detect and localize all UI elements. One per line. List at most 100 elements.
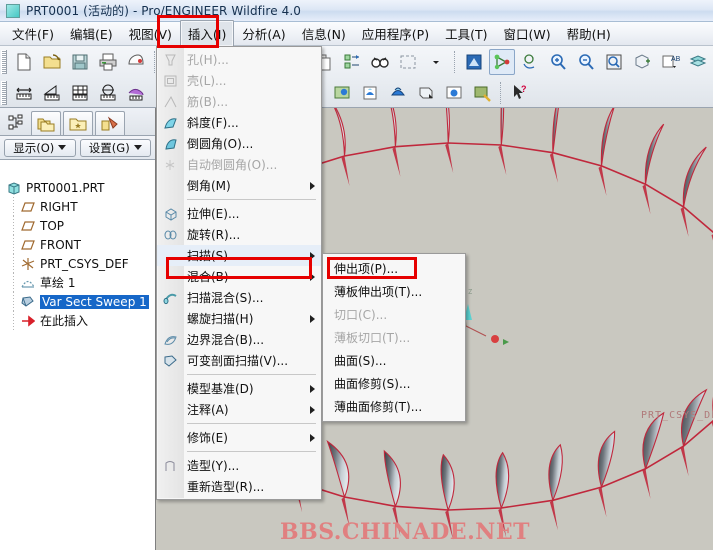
submenu-item-thin-surface-trim[interactable]: 薄曲面修剪(T)... [323,395,465,418]
tree-item-var-sect-sweep[interactable]: Var Sect Sweep 1 [6,292,155,311]
menu-analysis[interactable]: 分析(A) [234,20,293,47]
menu-item-model-datum[interactable]: 模型基准(D) [157,378,321,399]
menu-view[interactable]: 视图(V) [121,20,180,47]
submenu-item-surface[interactable]: 曲面(S)... [323,349,465,372]
tree-item-right[interactable]: RIGHT [6,197,155,216]
menu-item-variable-section-sweep[interactable]: 可变剖面扫描(V)... [157,350,321,371]
measure-area-icon[interactable] [67,80,93,106]
toolbar-grip[interactable] [1,49,7,74]
repaint-icon[interactable] [461,49,487,75]
tree-item-top[interactable]: TOP [6,216,155,235]
find-icon[interactable] [367,49,393,75]
submenu-item-thin-cut[interactable]: 薄板切口(T)... [323,326,465,349]
menu-item-swept-blend[interactable]: 扫描混合(S)... [157,287,321,308]
submenu-item-label: 切口(C)... [334,308,388,322]
menu-item-chamfer[interactable]: 倒角(M) [157,175,321,196]
save-icon[interactable] [67,49,93,75]
menu-item-hole[interactable]: 孔(H)... [157,49,321,70]
csys-label: PRT_CSYS_DEF [641,410,713,421]
menu-item-rib[interactable]: 筋(B)... [157,91,321,112]
chevron-down-icon[interactable] [423,49,449,75]
menu-item-label: 旋转(R)... [187,228,241,242]
swept-blend-icon [161,289,179,306]
submenu-item-protrusion[interactable]: 伸出项(P)... [323,257,465,280]
menu-help[interactable]: 帮助(H) [559,20,619,47]
menu-applications[interactable]: 应用程序(P) [354,20,437,47]
zoom-in-icon[interactable] [545,49,571,75]
measure-distance-icon[interactable] [11,80,37,106]
open-folder-icon[interactable] [39,49,65,75]
menu-item-label: 筋(B)... [187,95,229,109]
menu-item-style[interactable]: 造型(Y)... [157,455,321,476]
submenu-arrow-icon [310,182,315,190]
zoom-out-icon[interactable] [573,49,599,75]
measure-diameter-icon[interactable] [95,80,121,106]
tree-item-csys[interactable]: PRT_CSYS_DEF [6,254,155,273]
settings-dropdown[interactable]: 设置(G) [79,138,151,157]
tree-item-front[interactable]: FRONT [6,235,155,254]
env-icon[interactable] [329,80,355,106]
menu-item-label: 模型基准(D) [187,382,254,396]
menu-item-helical-sweep[interactable]: 螺旋扫描(H) [157,308,321,329]
show-dropdown[interactable]: 显示(O) [4,138,76,157]
menu-item-extrude[interactable]: 拉伸(E)... [157,203,321,224]
menu-item-sweep[interactable]: 扫描(S) [157,245,321,266]
menu-item-auto-round[interactable]: 自动倒圆角(O)... [157,154,321,175]
datum-plane-icon [20,237,36,253]
menu-item-label: 造型(Y)... [187,459,240,473]
refit-icon[interactable] [629,49,655,75]
model-tree-icon[interactable] [3,111,29,135]
submenu-item-label: 伸出项(P)... [334,262,399,276]
render-region-icon[interactable] [441,80,467,106]
submenu-item-label: 薄曲面修剪(T)... [334,400,423,414]
view-saved-icon[interactable] [357,80,383,106]
view-default-icon[interactable] [385,80,411,106]
favorites-folder-icon[interactable] [63,111,93,135]
menu-edit[interactable]: 编辑(E) [62,20,121,47]
new-file-icon[interactable] [11,49,37,75]
tree-item-sketch[interactable]: 草绘 1 [6,273,155,292]
connections-icon[interactable] [95,111,125,135]
tree-item-insert-here[interactable]: 在此插入 [6,311,155,330]
menu-item-boundary-blend[interactable]: 边界混合(B)... [157,329,321,350]
layers-icon[interactable] [685,49,711,75]
zoom-window-icon[interactable] [601,49,627,75]
menu-item-revolve[interactable]: 旋转(R)... [157,224,321,245]
menu-item-annotation[interactable]: 注释(A) [157,399,321,420]
datum-plane-icon [20,199,36,215]
menu-item-label: 可变剖面扫描(V)... [187,354,289,368]
menu-item-draft[interactable]: 斜度(F)... [157,112,321,133]
menu-item-restyle[interactable]: 重新造型(R)... [157,476,321,497]
menu-window[interactable]: 窗口(W) [495,20,558,47]
submenu-item-cut[interactable]: 切口(C)... [323,303,465,326]
relation-icon[interactable] [123,80,149,106]
submenu-item-thin-protrusion[interactable]: 薄板伸出项(T)... [323,280,465,303]
menu-file[interactable]: 文件(F) [4,20,62,47]
auto-round-icon [161,156,179,173]
menu-item-blend[interactable]: 混合(B) [157,266,321,287]
toolbar-grip[interactable] [1,80,7,105]
annotation-icon [161,401,179,418]
menu-tools[interactable]: 工具(T) [437,20,495,47]
menu-item-shell[interactable]: 壳(L)... [157,70,321,91]
datum-display-icon[interactable] [489,48,515,75]
menu-info[interactable]: 信息(N) [294,20,354,47]
folder-browser-icon[interactable] [31,111,61,135]
measure-angle-icon[interactable] [39,80,65,106]
menu-insert[interactable]: 插入(I) [179,20,235,47]
tree-item-label: FRONT [40,237,81,252]
paste-special-icon[interactable] [339,49,365,75]
print-icon[interactable] [95,49,121,75]
toolbar-separator [454,50,456,73]
layer-text-icon[interactable]: AB [657,49,683,75]
menu-item-round[interactable]: 倒圆角(O)... [157,133,321,154]
menu-item-cosmetic[interactable]: 修饰(E) [157,427,321,448]
render-setup-icon[interactable] [469,80,495,106]
shade-icon[interactable] [413,80,439,106]
submenu-item-surface-trim[interactable]: 曲面修剪(S)... [323,372,465,395]
tree-item-part[interactable]: PRT0001.PRT [6,178,155,197]
help-pointer-icon[interactable]: ? [507,80,533,106]
spin-center-icon[interactable] [517,49,543,75]
mouse-sketch-icon[interactable] [123,49,149,75]
selection-box-icon[interactable] [395,49,421,75]
